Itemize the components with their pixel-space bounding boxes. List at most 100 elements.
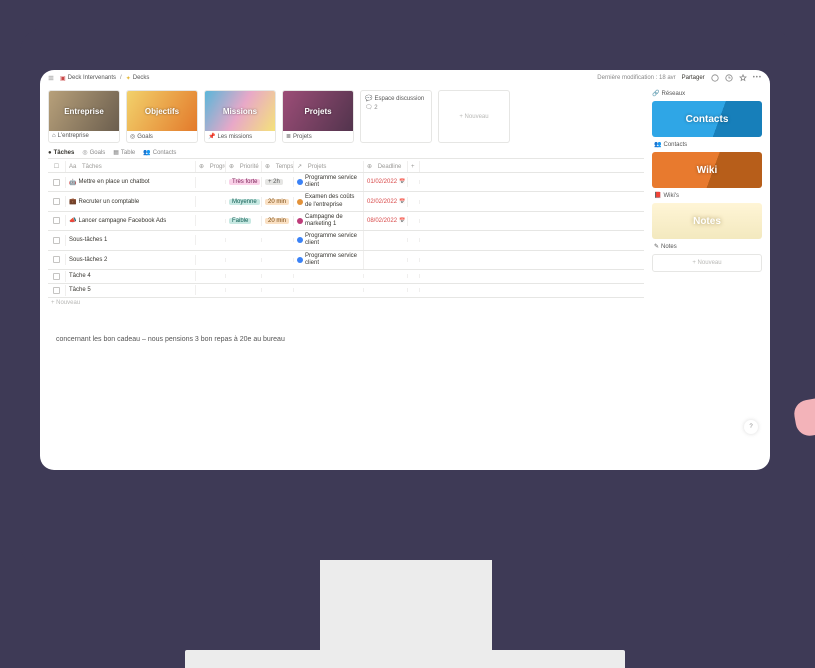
tab-table[interactable]: ▦Table [113,149,135,156]
table-row[interactable]: Sous-tâches 1 Programme service client [48,231,644,250]
row-priority-cell[interactable] [226,258,262,262]
row-time-cell[interactable]: + 2h [262,177,294,187]
sidebar-card-wiki[interactable]: Wiki [652,152,762,188]
breadcrumb-item-decks[interactable]: ✦ Decks [126,75,150,82]
table-row[interactable]: 💼Recruter un comptable Moyenne20 minExame… [48,192,644,211]
clock-icon[interactable] [725,74,733,82]
tab-taches[interactable]: ●Tâches [48,149,74,156]
project-chip[interactable]: Programme service client [297,253,360,267]
sidebar-card-contacts[interactable]: Contacts [652,101,762,137]
table-row[interactable]: Tâche 4 [48,270,644,284]
project-chip[interactable]: Programme service client [297,233,360,247]
row-deadline-cell[interactable]: 01/02/2022 📅 [364,177,408,187]
sidebar-sub-notes[interactable]: ✎Notes [652,243,762,250]
row-time-cell[interactable] [262,288,294,292]
row-deadline-cell[interactable] [364,238,408,242]
row-deadline-cell[interactable]: 08/02/2022 📅 [364,216,408,226]
row-task-cell[interactable]: Sous-tâches 1 [66,235,196,245]
gallery-new-card[interactable]: + Nouveau [438,90,510,143]
link-icon: 🔗 [652,90,659,97]
row-deadline-cell[interactable]: 02/02/2022 📅 [364,197,408,207]
gallery-card-missions[interactable]: Missions 📌Les missions [204,90,276,143]
row-checkbox[interactable] [53,237,60,244]
col-progress[interactable]: ⊕ Progrès [196,161,226,172]
row-projects-cell[interactable]: Programme service client [294,231,364,249]
breadcrumb-item-deck[interactable]: ▣ Deck Intervenants [60,75,116,82]
col-time[interactable]: ⊕ Temps [262,161,294,172]
star-icon[interactable] [739,74,747,82]
row-task-cell[interactable]: 📣Lancer campagne Facebook Ads [66,215,196,226]
row-priority-cell[interactable] [226,274,262,278]
row-task-cell[interactable]: Tâche 4 [66,271,196,281]
row-progress-cell[interactable] [196,180,226,184]
new-row-button[interactable]: + Nouveau [48,298,644,308]
gallery-card-objectifs[interactable]: Objectifs ◎Goals [126,90,198,143]
row-priority-cell[interactable]: Faible [226,216,262,226]
row-time-cell[interactable] [262,238,294,242]
row-task-cell[interactable]: Tâche 5 [66,285,196,295]
calendar-icon: 📅 [399,179,405,185]
row-progress-cell[interactable] [196,219,226,223]
row-task-cell[interactable]: 💼Recruter un comptable [66,196,196,207]
gallery-card-projets[interactable]: Projets ≣Projets [282,90,354,143]
share-button[interactable]: Partager [682,75,705,81]
row-deadline-cell[interactable] [364,258,408,262]
sidebar-sub-contacts[interactable]: 👥Contacts [652,141,762,148]
row-progress-cell[interactable] [196,288,226,292]
row-checkbox[interactable] [53,287,60,294]
row-task-cell[interactable]: 🤖Mettre en place un chatbot [66,177,196,188]
comment-icon[interactable] [711,74,719,82]
tab-goals[interactable]: ◎Goals [82,149,105,156]
row-progress-cell[interactable] [196,238,226,242]
row-projects-cell[interactable]: Examen des coûts de l'entreprise [294,192,364,210]
row-progress-cell[interactable] [196,274,226,278]
table-row[interactable]: 📣Lancer campagne Facebook Ads Faible20 mi… [48,212,644,231]
col-priority[interactable]: ⊕ Priorité [226,161,262,172]
row-time-cell[interactable]: 20 min [262,197,294,207]
tab-label: Table [121,150,135,156]
sidebar-sub-wiki[interactable]: 📕Wiki's [652,192,762,199]
sidebar-card-notes[interactable]: Notes [652,203,762,239]
row-add-cell [408,219,420,223]
col-projects[interactable]: ↗ Projets [294,161,364,172]
row-progress-cell[interactable] [196,258,226,262]
row-time-cell[interactable] [262,274,294,278]
row-checkbox[interactable] [53,198,60,205]
row-projects-cell[interactable]: Campagne de marketing 1 [294,212,364,230]
project-chip[interactable]: Programme service client [297,175,360,189]
row-progress-cell[interactable] [196,200,226,204]
row-checkbox[interactable] [53,273,60,280]
col-add[interactable]: + [408,161,420,172]
row-priority-cell[interactable] [226,288,262,292]
row-priority-cell[interactable]: Moyenne [226,197,262,207]
row-checkbox[interactable] [53,217,60,224]
row-time-cell[interactable]: 20 min [262,216,294,226]
col-deadline[interactable]: ⊕ Deadline [364,161,408,172]
row-task-cell[interactable]: Sous-tâches 2 [66,255,196,265]
table-row[interactable]: Sous-tâches 2 Programme service client [48,251,644,270]
row-priority-cell[interactable]: Très forte [226,177,262,187]
row-checkbox[interactable] [53,256,60,263]
row-time-cell[interactable] [262,258,294,262]
row-deadline-cell[interactable] [364,288,408,292]
row-projects-cell[interactable] [294,288,364,292]
row-checkbox[interactable] [53,179,60,186]
menu-icon[interactable] [48,75,54,81]
row-projects-cell[interactable]: Programme service client [294,251,364,269]
sidebar-new-card[interactable]: + Nouveau [652,254,762,272]
row-add-cell [408,288,420,292]
row-projects-cell[interactable] [294,274,364,278]
help-button[interactable]: ? [744,420,758,434]
col-task[interactable]: Aa Tâches [66,161,196,172]
project-chip[interactable]: Examen des coûts de l'entreprise [297,194,360,208]
row-projects-cell[interactable]: Programme service client [294,173,364,191]
gallery-card-entreprise[interactable]: Entreprise ⌂L'entreprise [48,90,120,143]
more-icon[interactable]: ••• [753,75,762,81]
row-deadline-cell[interactable] [364,274,408,278]
gallery-card-discussion[interactable]: 💬Espace discussion 🗨 2 [360,90,432,143]
tab-contacts[interactable]: 👥Contacts [143,149,176,156]
table-row[interactable]: Tâche 5 [48,284,644,298]
row-priority-cell[interactable] [226,238,262,242]
project-chip[interactable]: Campagne de marketing 1 [297,214,360,228]
table-row[interactable]: 🤖Mettre en place un chatbot Très forte+ 2… [48,173,644,192]
